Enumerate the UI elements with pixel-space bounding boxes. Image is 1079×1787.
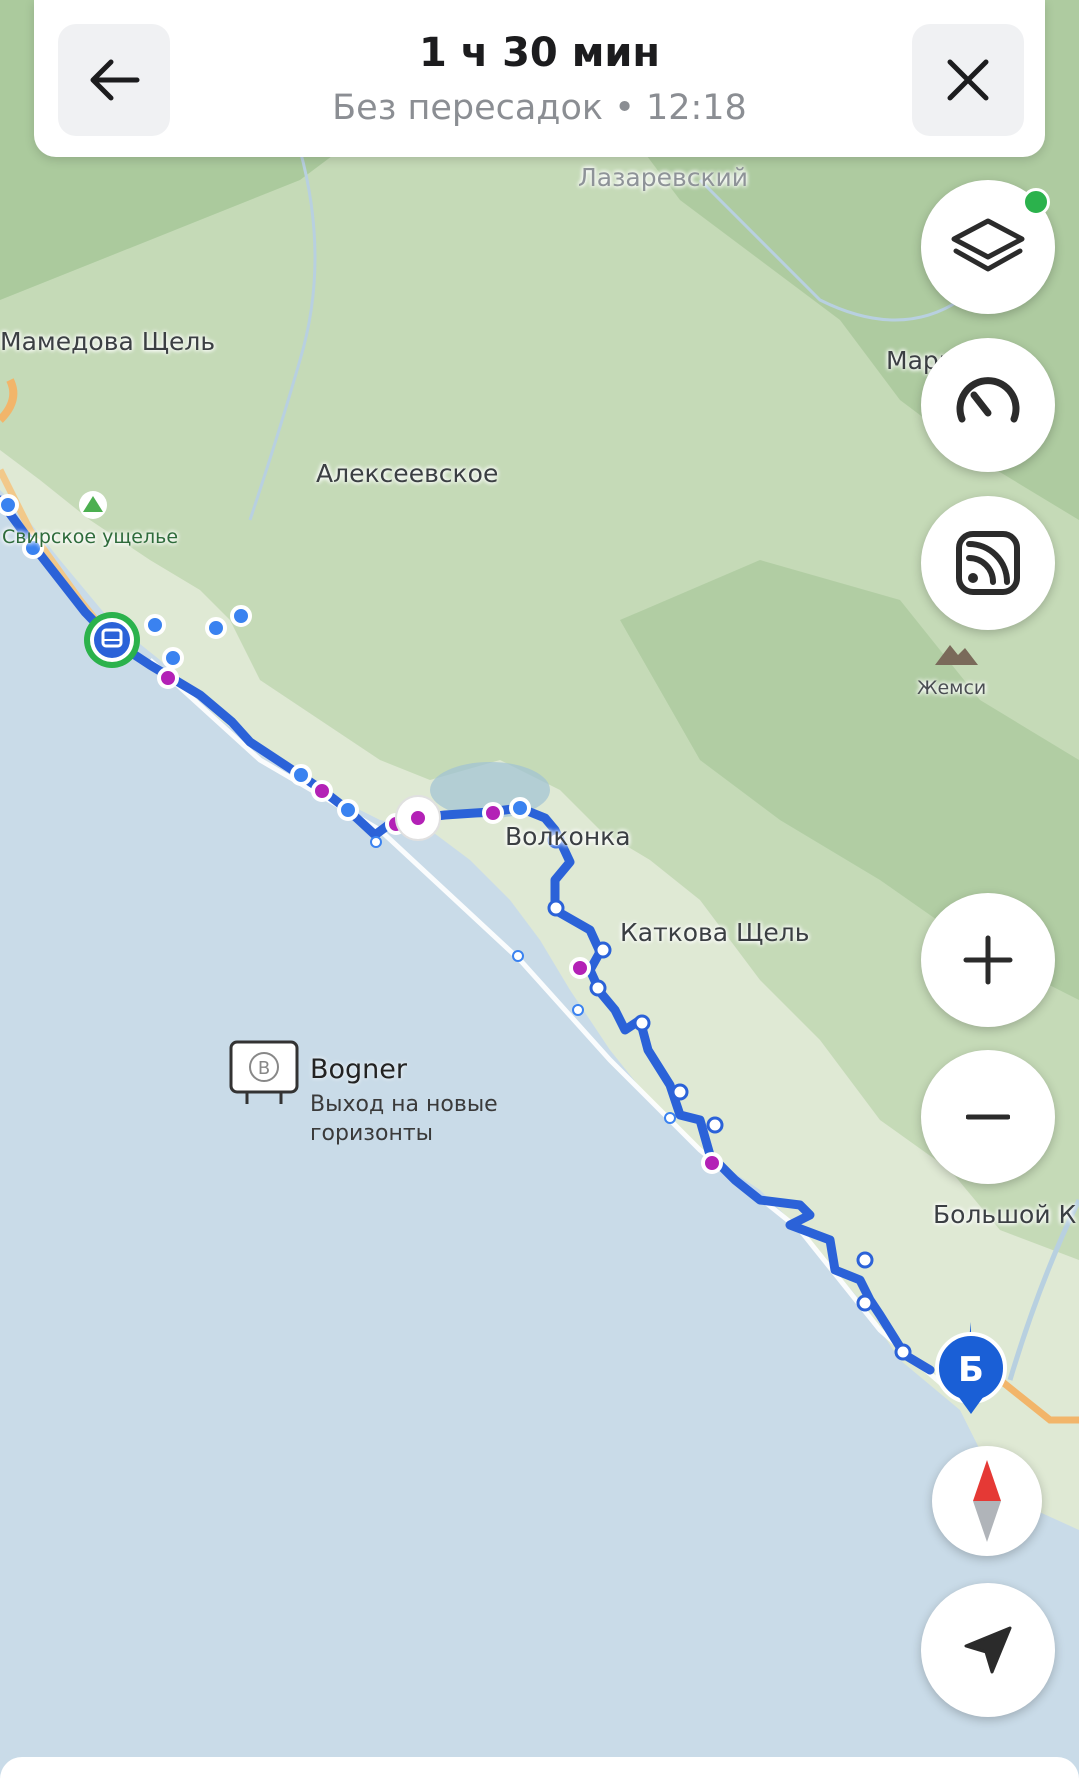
destination-letter: Б (958, 1350, 984, 1390)
speedometer-icon (956, 377, 1020, 423)
stop-blue[interactable] (706, 1116, 724, 1134)
route-header: 1 ч 30 мин Без пересадок • 12:18 (34, 0, 1045, 157)
stop-magenta[interactable] (311, 780, 333, 802)
label-svirskoe: Свирское ущелье (2, 526, 179, 548)
stop-blue[interactable] (547, 899, 565, 917)
stop-blue[interactable] (856, 1251, 874, 1269)
layers-icon (951, 218, 1025, 272)
stop-magenta[interactable] (157, 667, 179, 689)
stop-minor[interactable] (572, 1004, 584, 1016)
stop-blue[interactable] (205, 617, 227, 639)
stop-minor[interactable] (370, 836, 382, 848)
layers-status-dot (1022, 188, 1050, 216)
start-bus-marker[interactable] (84, 612, 140, 668)
stop-blue[interactable] (589, 979, 607, 997)
stop-magenta[interactable] (407, 807, 429, 829)
close-button[interactable] (912, 24, 1024, 136)
billboard-icon[interactable]: B (229, 1040, 299, 1106)
stop-blue[interactable] (856, 1294, 874, 1312)
zoom-out-button[interactable] (921, 1050, 1055, 1184)
label-bolshoi: Большой К (933, 1200, 1077, 1229)
minus-icon (966, 1114, 1010, 1120)
close-icon (947, 59, 989, 101)
stop-blue[interactable] (509, 797, 531, 819)
stop-minor[interactable] (664, 1112, 676, 1124)
navigation-arrow-icon (964, 1626, 1012, 1674)
my-location-button[interactable] (921, 1583, 1055, 1717)
stop-minor[interactable] (512, 950, 524, 962)
zoom-in-button[interactable] (921, 893, 1055, 1027)
compass-button[interactable] (932, 1446, 1042, 1556)
svg-text:B: B (258, 1058, 270, 1079)
camp-icon (79, 491, 107, 519)
compass-icon (973, 1460, 1001, 1542)
map-canvas[interactable]: Б (0, 0, 1079, 1771)
label-lazarevsky: Лазаревский (578, 163, 749, 192)
stop-blue[interactable] (230, 605, 252, 627)
stop-blue[interactable] (162, 647, 184, 669)
label-zhemsi: Жемси (917, 677, 987, 699)
stop-blue[interactable] (144, 614, 166, 636)
stop-blue[interactable] (594, 941, 612, 959)
billboard-title[interactable]: Bogner (310, 1054, 407, 1085)
stop-magenta[interactable] (569, 957, 591, 979)
broadcast-button[interactable] (921, 496, 1055, 630)
broadcast-icon (956, 531, 1020, 595)
route-subtitle: Без пересадок • 12:18 (332, 88, 747, 128)
stop-blue[interactable] (671, 1083, 689, 1101)
billboard-subtitle: Выход на новые горизонты (310, 1092, 498, 1146)
stop-magenta[interactable] (482, 802, 504, 824)
route-duration: 1 ч 30 мин (418, 30, 661, 76)
plus-icon (963, 935, 1013, 985)
label-alekseevskoe: Алексеевское (316, 459, 499, 488)
stop-magenta[interactable] (701, 1152, 723, 1174)
label-katkova: Каткова Щель (620, 918, 810, 947)
label-mamedova: Мамедова Щель (0, 327, 216, 356)
stop-blue[interactable] (894, 1343, 912, 1361)
stop-blue[interactable] (290, 764, 312, 786)
bottom-sheet-handle[interactable] (0, 1757, 1079, 1787)
speedometer-button[interactable] (921, 338, 1055, 472)
stop-blue[interactable] (633, 1014, 651, 1032)
label-volkonka: Волконка (505, 822, 631, 851)
stop-blue[interactable] (0, 494, 19, 516)
stop-blue[interactable] (337, 799, 359, 821)
